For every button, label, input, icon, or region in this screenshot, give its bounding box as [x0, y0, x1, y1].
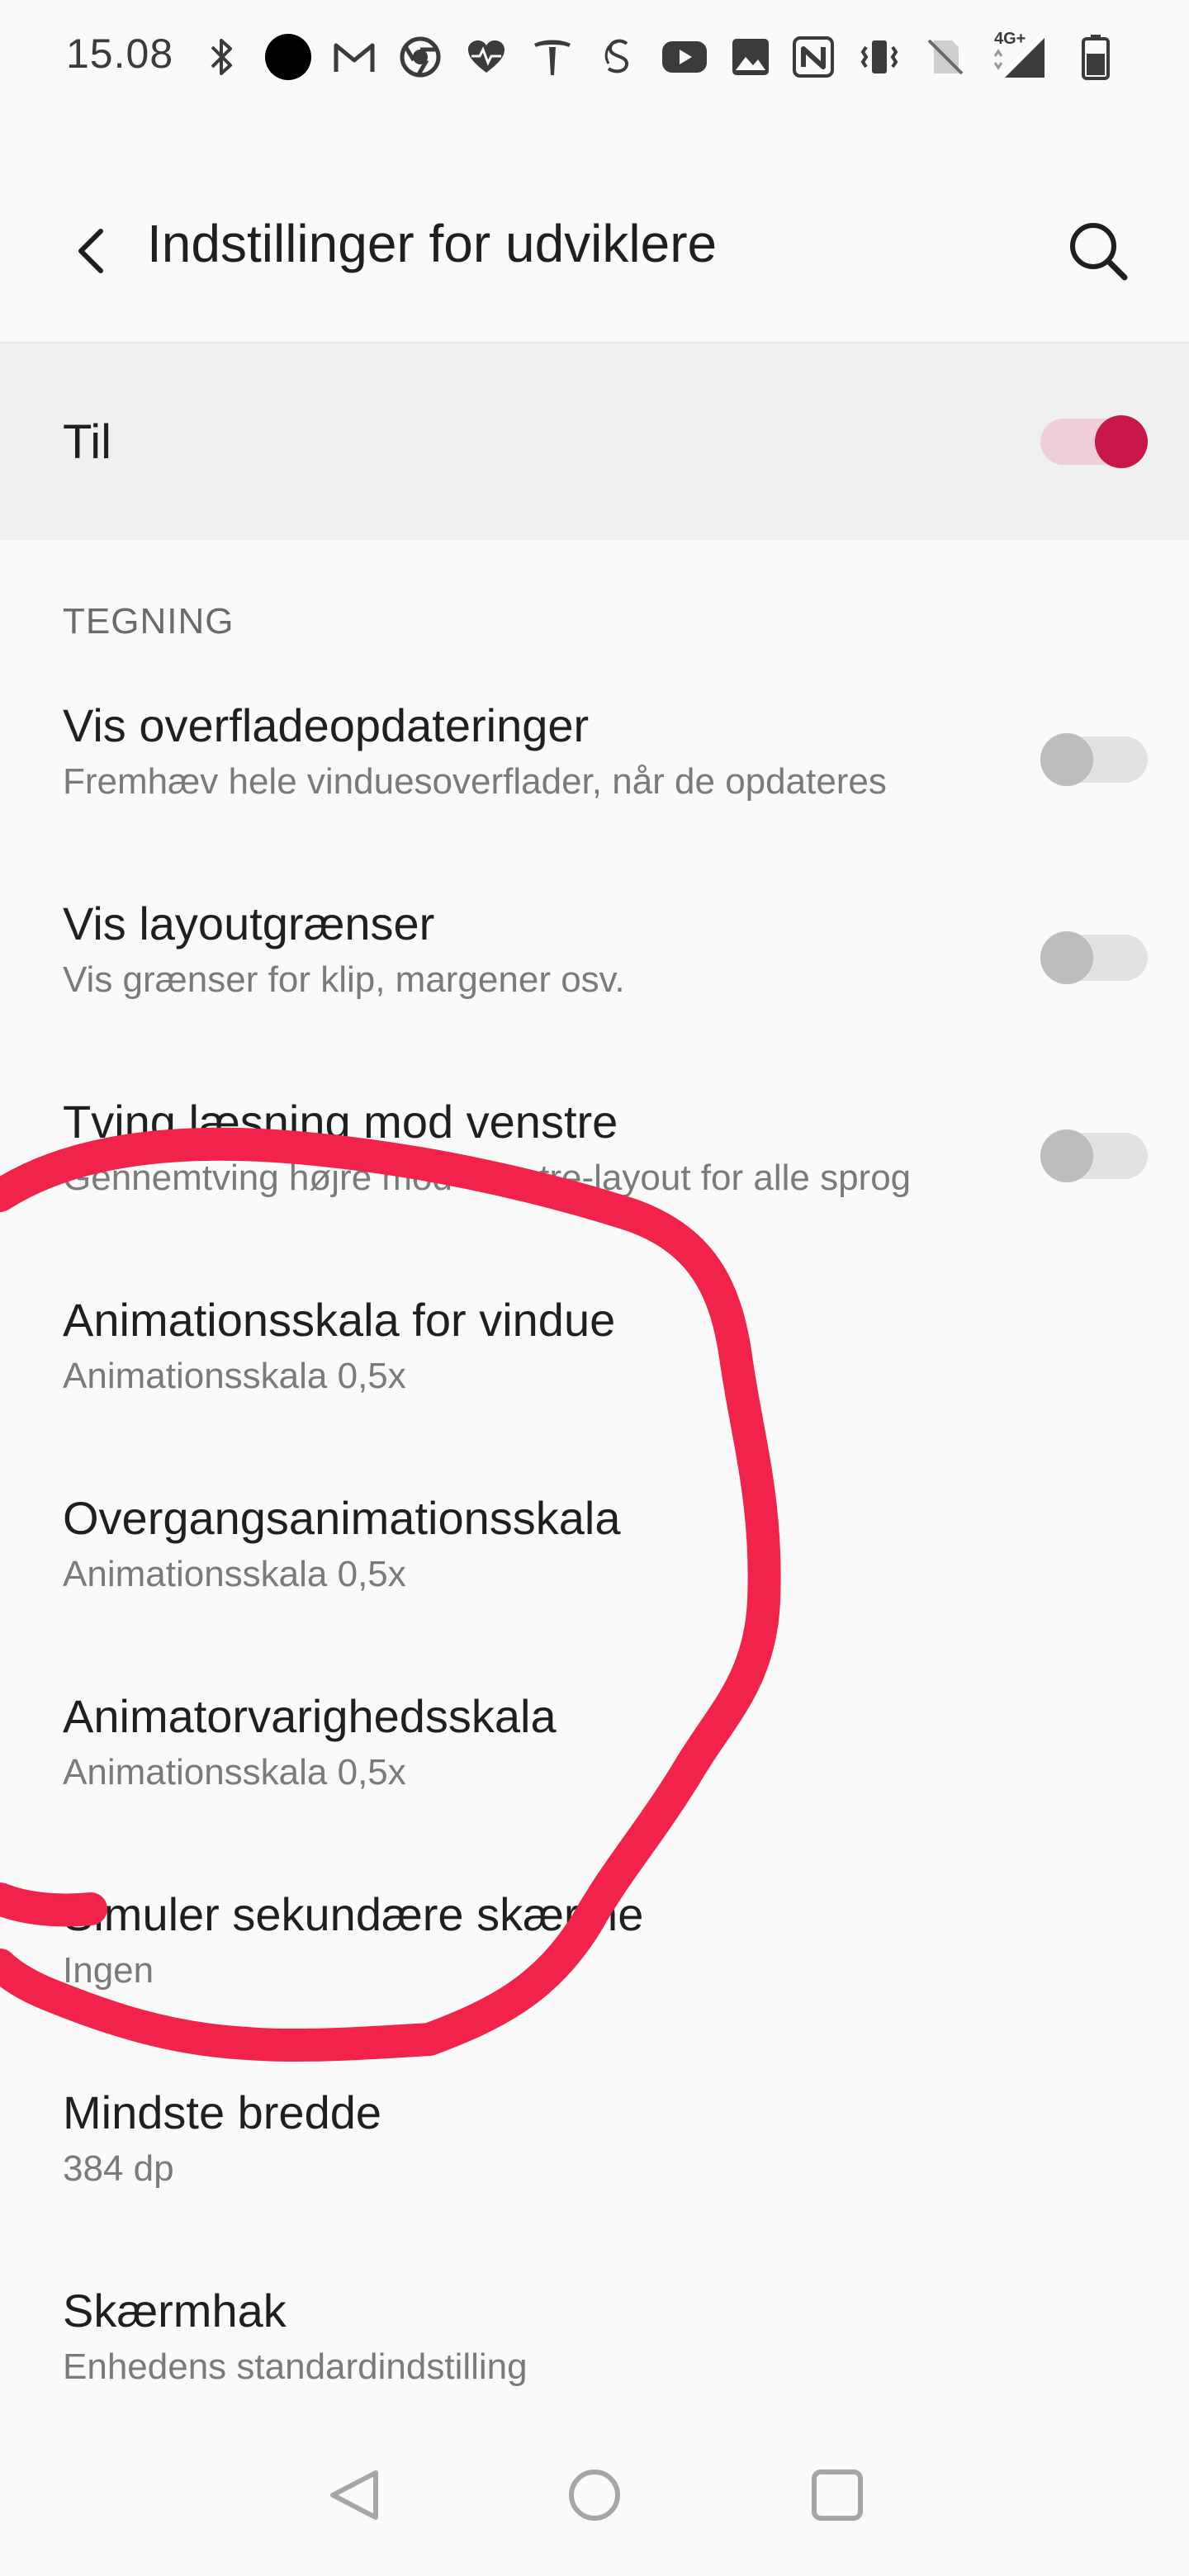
battery-icon — [1072, 33, 1120, 81]
network-type-label: 4G+ — [994, 30, 1026, 48]
setting-title: Simuler sekundære skærme — [63, 1888, 644, 1940]
back-button[interactable] — [50, 210, 132, 292]
switch-thumb — [1040, 733, 1093, 786]
bluetooth-icon — [198, 33, 246, 81]
setting-force-rtl-layout[interactable]: Tving læsning mod venstre Gennemtving hø… — [0, 1095, 1189, 1293]
nav-back-icon — [330, 2470, 378, 2520]
setting-title: Overgangsanimationsskala — [63, 1492, 621, 1544]
vibrate-icon — [855, 33, 903, 81]
setting-simulate-secondary-displays[interactable]: Simuler sekundære skærme Ingen — [0, 1887, 1189, 2086]
search-button[interactable] — [1057, 210, 1139, 292]
nav-recents-icon — [812, 2469, 863, 2521]
nav-back-button[interactable] — [306, 2446, 405, 2545]
setting-subtitle: Gennemtving højre mod venstre-layout for… — [63, 1158, 912, 1198]
toggle-switch[interactable] — [1040, 1129, 1148, 1182]
switch-thumb — [1040, 931, 1093, 984]
master-toggle-label: Til — [63, 415, 112, 469]
setting-subtitle: Fremhæv hele vinduesoverflader, når de o… — [63, 761, 887, 802]
setting-subtitle: Ingen — [63, 1950, 154, 1991]
signal-icon: 4G+ — [988, 30, 1054, 81]
dot-icon — [264, 33, 312, 81]
status-time: 15.08 — [66, 31, 174, 77]
app-bar: Indstillinger for udviklere — [0, 165, 1189, 343]
switch-thumb — [1095, 415, 1148, 468]
toggle-switch[interactable] — [1040, 931, 1148, 984]
setting-animator-duration-scale[interactable]: Animatorvarighedsskala Animationsskala 0… — [0, 1689, 1189, 1887]
setting-title: Tving læsning mod venstre — [63, 1096, 618, 1148]
nfc-icon — [789, 33, 837, 81]
setting-title: Mindste bredde — [63, 2086, 382, 2138]
search-icon — [1070, 223, 1128, 281]
setting-title: Skærmhak — [63, 2285, 287, 2337]
setting-window-animation-scale[interactable]: Animationsskala for vindue Animationsska… — [0, 1293, 1189, 1491]
setting-title: Vis overfladeopdateringer — [63, 699, 590, 751]
nav-home-button[interactable] — [545, 2446, 644, 2545]
nav-recents-button[interactable] — [788, 2446, 887, 2545]
health-icon — [462, 33, 510, 81]
toggle-switch[interactable] — [1040, 733, 1148, 786]
setting-title: Animationsskala for vindue — [63, 1294, 616, 1346]
tesla-icon — [528, 33, 576, 81]
setting-subtitle: Animationsskala 0,5x — [63, 1752, 406, 1792]
no-sim-icon — [921, 33, 969, 81]
back-arrow-icon — [78, 229, 103, 273]
notification-icons — [198, 28, 775, 86]
status-bar: 15.08 4G+ — [0, 0, 1189, 116]
setting-subtitle: Enhedens standardindstilling — [63, 2346, 528, 2387]
gallery-icon — [727, 33, 775, 81]
section-header-drawing: TEGNING — [63, 601, 234, 642]
gmail-icon — [330, 33, 378, 81]
setting-title: Vis layoutgrænser — [63, 897, 435, 949]
developer-options-master-toggle-row[interactable]: Til — [0, 343, 1189, 540]
app-s-icon — [594, 33, 642, 81]
setting-subtitle: Vis grænser for klip, margener osv. — [63, 959, 625, 1000]
chrome-icon — [396, 33, 444, 81]
setting-subtitle: Animationsskala 0,5x — [63, 1356, 406, 1396]
youtube-icon — [661, 33, 708, 81]
setting-show-layout-bounds[interactable]: Vis layoutgrænser Vis grænser for klip, … — [0, 897, 1189, 1095]
setting-transition-animation-scale[interactable]: Overgangsanimationsskala Animationsskala… — [0, 1491, 1189, 1689]
setting-subtitle: 384 dp — [63, 2148, 174, 2189]
system-icons: 4G+ — [789, 28, 1120, 86]
master-toggle-switch[interactable] — [1040, 415, 1148, 468]
setting-title: Animatorvarighedsskala — [63, 1690, 557, 1742]
nav-home-icon — [569, 2469, 620, 2521]
setting-smallest-width[interactable]: Mindste bredde 384 dp — [0, 2086, 1189, 2284]
setting-subtitle: Animationsskala 0,5x — [63, 1554, 406, 1594]
switch-thumb — [1040, 1129, 1093, 1182]
page-title: Indstillinger for udviklere — [147, 214, 718, 273]
setting-show-surface-updates[interactable]: Vis overfladeopdateringer Fremhæv hele v… — [0, 698, 1189, 897]
navigation-bar — [0, 2417, 1189, 2576]
